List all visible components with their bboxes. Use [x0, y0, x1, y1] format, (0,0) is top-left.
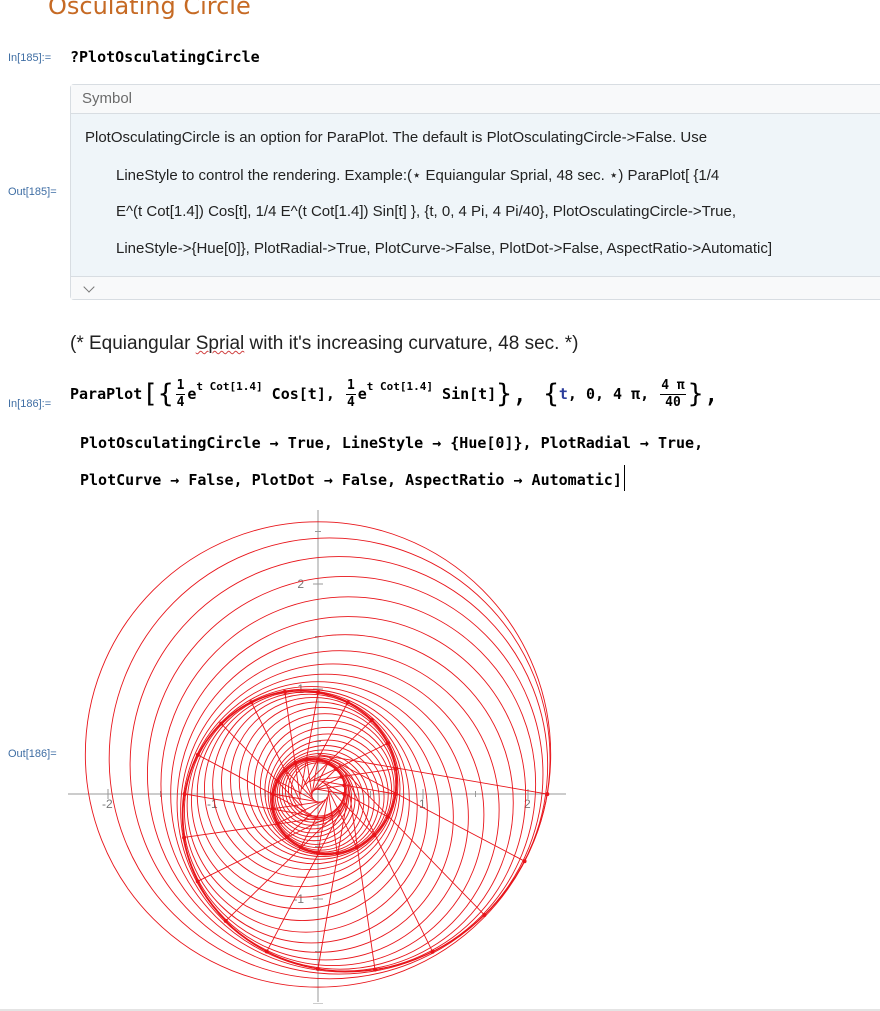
usage-line: PlotOsculatingCircle is an option for Pa…: [85, 129, 708, 146]
usage-line: LineStyle->{Hue[0]}, PlotRadial->True, P…: [116, 240, 773, 257]
chevron-down-icon[interactable]: [83, 281, 95, 293]
denominator: 40: [665, 395, 681, 410]
y-tick-label: -1: [293, 892, 304, 906]
input-cell-186[interactable]: ParaPlot[{1 4 et Cot[1.4] Cos[t], 1 4 et Cot…: [70, 378, 719, 411]
radial-line: [284, 691, 301, 800]
code-line-2[interactable]: PlotOsculatingCircle → True, LineStyle →…: [80, 434, 703, 452]
cos-term: Cos[t],: [262, 385, 344, 403]
numerator: 1: [175, 378, 186, 395]
numerator: 4 π: [660, 378, 686, 395]
bracket: },: [687, 379, 720, 409]
range-values: , 0, 4 π,: [567, 385, 659, 403]
denominator: 4: [346, 395, 355, 410]
output-label-185: Out[185]=: [8, 186, 57, 198]
input-label-185: In[185]:=: [8, 52, 52, 64]
osculating-circle: [182, 673, 469, 961]
numerator: 1: [345, 378, 356, 395]
radial-line: [347, 784, 376, 970]
curve-point: [545, 792, 550, 797]
exponent: t Cot[1.4]: [366, 380, 434, 393]
radial-line: [184, 816, 326, 838]
usage-line: LineStyle to control the rendering. Exam…: [116, 167, 720, 184]
comment-text: with it's increasing curvature, 48 sec. …: [244, 333, 579, 354]
denominator: 4: [176, 395, 185, 410]
fraction: 14: [175, 378, 186, 411]
radial-line: [327, 790, 338, 854]
osculating-circle: [160, 596, 537, 972]
symbol-header: Symbol: [71, 85, 880, 114]
fraction: 4 π 40: [660, 378, 686, 411]
radial-line: [197, 814, 334, 882]
page-title: Osculating Circle: [48, 0, 251, 20]
x-tick-label: -2: [102, 797, 113, 811]
iterator-variable: t: [558, 385, 568, 403]
symbol-info-box: Symbol PlotOsculatingCircle is an option…: [70, 84, 880, 300]
bracket: },: [496, 379, 544, 409]
exp-base: e: [357, 385, 367, 403]
input-cell-185[interactable]: ?PlotOsculatingCircle: [70, 48, 260, 66]
symbol-usage: PlotOsculatingCircle is an option for Pa…: [85, 129, 880, 277]
sin-term: Sin[t]: [433, 385, 497, 403]
code-text: PlotCurve → False, PlotDot → False, Aspe…: [80, 471, 622, 489]
osculating-circle: [146, 576, 544, 973]
radial-line: [272, 801, 321, 810]
osculating-circle: [108, 537, 551, 980]
usage-line: E^(t Cot[1.4]) Cos[t], 1/4 E^(t Cot[1.4]…: [116, 203, 737, 220]
radial-line: [250, 702, 303, 806]
fraction: 14: [345, 378, 356, 411]
output-label-186: Out[186]=: [8, 748, 57, 760]
radial-line: [313, 768, 396, 782]
y-tick-label: 2: [297, 577, 304, 591]
comment-text: (* Equiangular: [70, 333, 196, 354]
bracket: [{: [142, 379, 174, 409]
text-cursor: [623, 465, 625, 491]
exponent: t Cot[1.4]: [196, 380, 263, 393]
expand-bar[interactable]: [71, 276, 880, 299]
bracket: {: [543, 379, 559, 409]
function-name: ParaPlot: [70, 385, 143, 403]
osculating-circle-plot[interactable]: -2 -1 1 221-1: [60, 508, 580, 1004]
input-label-186: In[186]:=: [8, 398, 52, 410]
code-line-3[interactable]: PlotCurve → False, PlotDot → False, Aspe…: [80, 465, 625, 491]
misspelled-word: Sprial: [195, 333, 245, 354]
comment-text-cell[interactable]: (* Equiangular Sprial with it's increasi…: [70, 333, 578, 355]
